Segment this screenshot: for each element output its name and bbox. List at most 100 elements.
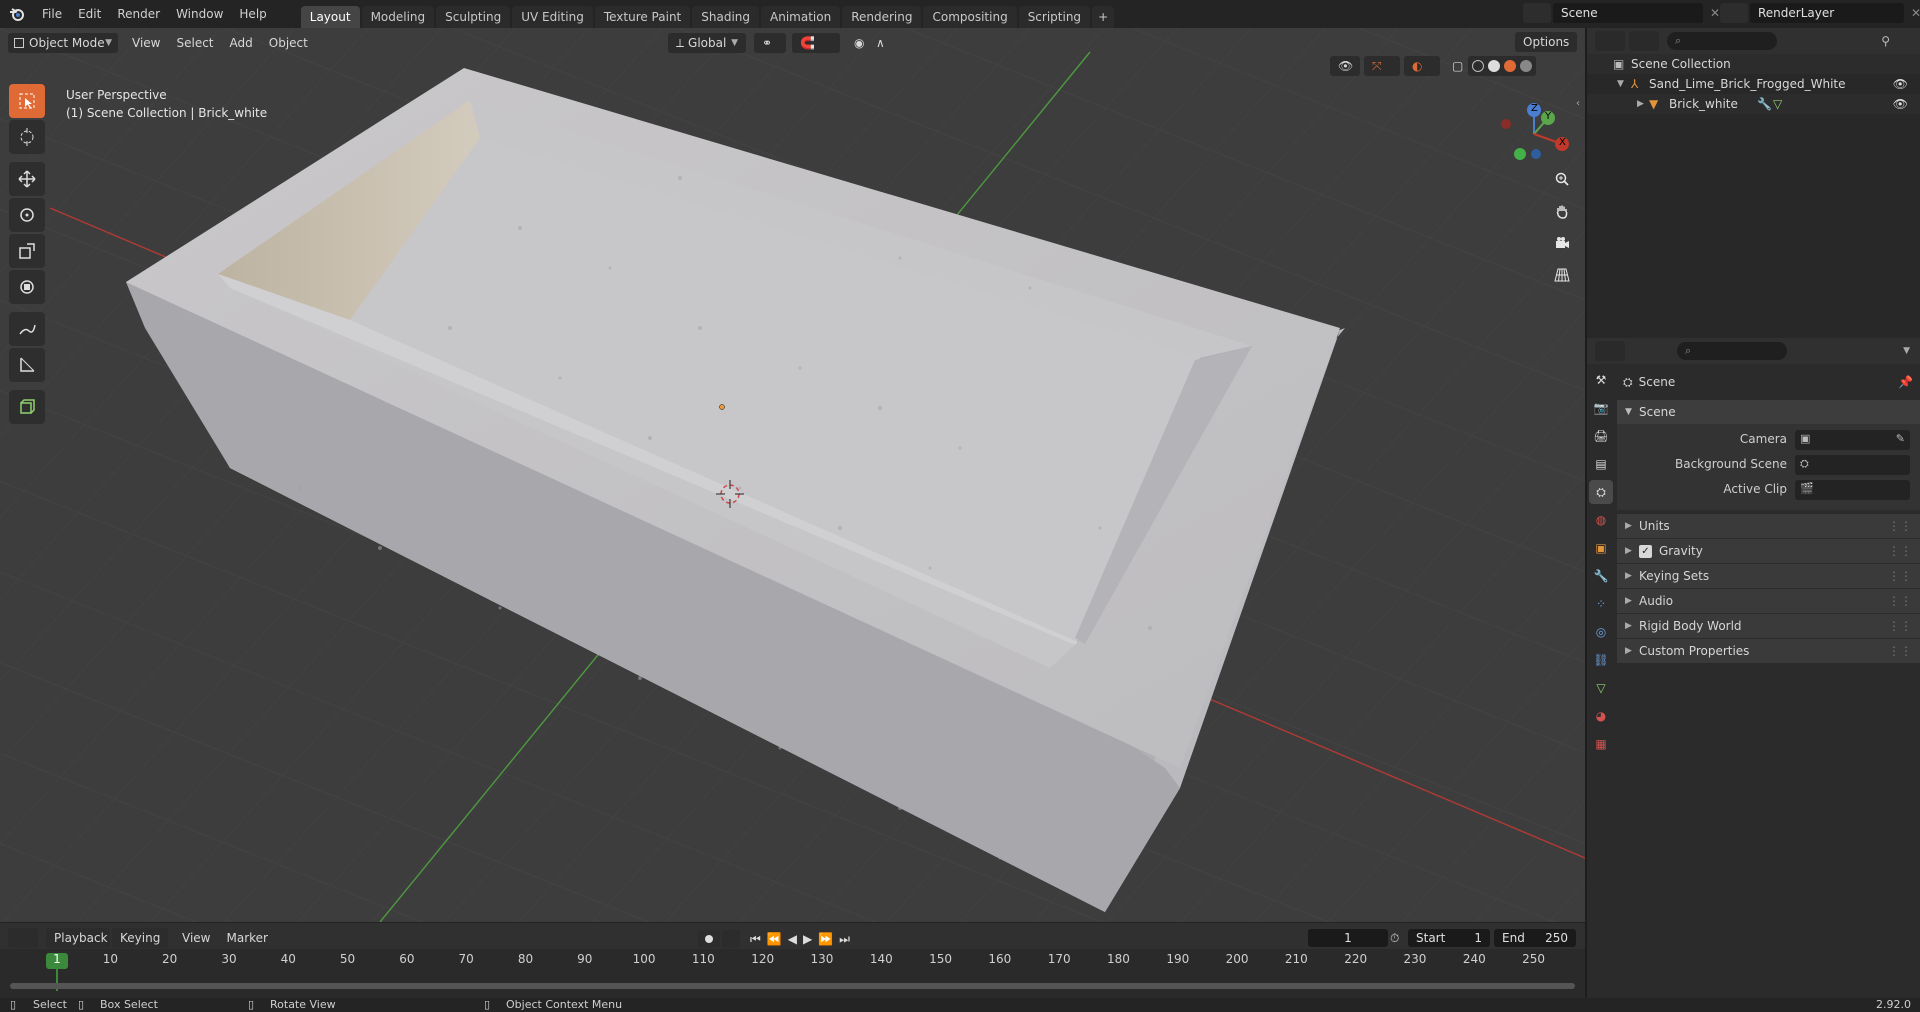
data-tab-icon[interactable]: ▽ xyxy=(1589,676,1613,700)
sidebar-toggle-icon[interactable]: ‹ xyxy=(1576,98,1580,109)
cursor-tool[interactable] xyxy=(9,120,45,154)
object-mode-dropdown[interactable]: Object Mode ▼ xyxy=(8,33,118,53)
timeline-scrollbar[interactable] xyxy=(10,983,1575,989)
outliner-row-scene-collection[interactable]: ▣ Scene Collection xyxy=(1587,54,1920,74)
navigation-gizmo[interactable]: Z Y X xyxy=(1494,96,1570,172)
outliner-editor-icon[interactable] xyxy=(1595,31,1625,51)
viewport-menu-add[interactable]: Add xyxy=(222,33,261,53)
units-panel[interactable]: ▶ Units ⋮⋮ xyxy=(1617,514,1920,538)
end-frame-field[interactable]: End 250 xyxy=(1494,929,1576,947)
particles-tab-icon[interactable]: ⁘ xyxy=(1589,592,1613,616)
eye-icon[interactable]: 👁 xyxy=(1893,94,1908,114)
rigid-body-world-panel[interactable]: ▶ Rigid Body World ⋮⋮ xyxy=(1617,614,1920,638)
current-frame-field[interactable]: 1 xyxy=(1308,929,1388,947)
viewport-menu-select[interactable]: Select xyxy=(168,33,221,53)
gravity-panel[interactable]: ▶ ✓ Gravity ⋮⋮ xyxy=(1617,539,1920,563)
timeline-view-menu[interactable]: View xyxy=(174,928,218,948)
keying-menu[interactable]: Keying xyxy=(112,928,168,948)
camera-field[interactable]: ▣ ✎ xyxy=(1795,430,1910,450)
output-tab-icon[interactable]: 🖨 xyxy=(1589,424,1613,448)
tab-animation[interactable]: Animation xyxy=(761,6,841,28)
menu-file[interactable]: File xyxy=(34,0,70,28)
custom-properties-panel[interactable]: ▶ Custom Properties ⋮⋮ xyxy=(1617,639,1920,663)
timeline-editor-icon[interactable] xyxy=(8,928,38,948)
viewport-menu-view[interactable]: View xyxy=(124,33,168,53)
add-workspace-icon[interactable]: + xyxy=(1092,6,1115,28)
render-tab-icon[interactable]: 📷 xyxy=(1589,396,1613,420)
expand-arrow-icon[interactable]: ▼ xyxy=(1617,74,1624,94)
3d-viewport[interactable]: Object Mode ▼ View Select Add Object ⟂ G… xyxy=(0,28,1585,922)
falloff-icon[interactable]: ∧ xyxy=(868,33,890,53)
chevron-down-icon[interactable]: ▼ xyxy=(1903,346,1910,356)
scene-browse-icon[interactable] xyxy=(1523,3,1551,23)
scene-panel-header[interactable]: ▼ Scene xyxy=(1617,400,1920,424)
viewport-menu-object[interactable]: Object xyxy=(261,33,316,53)
menu-render[interactable]: Render xyxy=(109,0,168,28)
solid-shading-icon[interactable] xyxy=(1488,60,1500,72)
perspective-toggle-icon[interactable] xyxy=(1549,262,1575,288)
mesh-data-icon[interactable]: ▽ xyxy=(1773,94,1782,114)
tool-tab-icon[interactable]: ⚒ xyxy=(1589,368,1613,392)
select-box-tool[interactable] xyxy=(9,84,45,118)
transform-tool[interactable] xyxy=(9,270,45,304)
keying-sets-panel[interactable]: ▶ Keying Sets ⋮⋮ xyxy=(1617,564,1920,588)
scene-tab-icon[interactable]: ⛭ xyxy=(1589,480,1613,504)
wireframe-shading-icon[interactable] xyxy=(1472,60,1484,72)
renderlayer-name-field[interactable]: RenderLayer xyxy=(1750,3,1904,23)
collapse-arrow-icon[interactable]: ▶ xyxy=(1637,94,1644,114)
measure-tool[interactable] xyxy=(9,348,45,382)
properties-editor-icon[interactable] xyxy=(1595,341,1625,361)
physics-tab-icon[interactable]: ◎ xyxy=(1589,620,1613,644)
renderlayer-browse-icon[interactable] xyxy=(1720,3,1748,23)
rotate-tool[interactable] xyxy=(9,198,45,232)
drag-handle-icon[interactable]: ⋮⋮ xyxy=(1888,514,1912,538)
record-icon[interactable] xyxy=(698,930,720,948)
tab-texture-paint[interactable]: Texture Paint xyxy=(594,6,691,28)
transport-buttons[interactable]: ⏮⏪◀▶⏩⏭ xyxy=(750,932,856,947)
display-mode-icon[interactable] xyxy=(1629,31,1659,51)
pan-hand-icon[interactable] xyxy=(1549,198,1575,224)
world-tab-icon[interactable]: ◍ xyxy=(1589,508,1613,532)
playback-menu[interactable]: Playback xyxy=(46,928,110,948)
pivot-point-icon[interactable]: ⚭ xyxy=(754,33,786,53)
zoom-icon[interactable] xyxy=(1549,166,1575,192)
menu-edit[interactable]: Edit xyxy=(70,0,109,28)
outliner-search-input[interactable]: ⌕ xyxy=(1667,32,1777,50)
move-tool[interactable] xyxy=(9,162,45,196)
tab-rendering[interactable]: Rendering xyxy=(842,6,922,28)
material-tab-icon[interactable]: ◕ xyxy=(1589,704,1613,728)
tab-scripting[interactable]: Scripting xyxy=(1018,6,1091,28)
background-scene-field[interactable]: ⛭ xyxy=(1795,455,1910,475)
start-frame-field[interactable]: Start 1 xyxy=(1408,929,1490,947)
menu-help[interactable]: Help xyxy=(231,0,274,28)
overlay-icon[interactable]: ◐ xyxy=(1404,56,1440,76)
viewport-scene[interactable] xyxy=(0,28,1585,922)
texture-tab-icon[interactable]: ▦ xyxy=(1589,732,1613,756)
properties-search-input[interactable]: ⌕ xyxy=(1677,342,1787,360)
filter-icon[interactable]: ⚲ xyxy=(1881,34,1890,48)
modifier-wrench-icon[interactable]: 🔧 xyxy=(1757,94,1772,114)
rendered-shading-icon[interactable] xyxy=(1520,60,1532,72)
options-dropdown[interactable]: Options xyxy=(1515,32,1577,52)
visibility-icon[interactable]: 👁 xyxy=(1330,56,1360,76)
transform-orientation-dropdown[interactable]: ⟂ Global ▼ xyxy=(668,33,746,53)
tab-modeling[interactable]: Modeling xyxy=(361,6,435,28)
gizmo-icon[interactable]: ⤧ xyxy=(1364,56,1400,76)
stopwatch-icon[interactable]: ⏱ xyxy=(1390,931,1399,946)
xray-icon[interactable]: ▢ xyxy=(1444,56,1464,76)
drag-handle-icon[interactable]: ⋮⋮ xyxy=(1888,539,1912,563)
timeline-ruler[interactable]: 1 10 20 30 40 50 60 70 80 90 100 110 120 130 140 150 160… xyxy=(0,949,1585,999)
tab-uv-editing[interactable]: UV Editing xyxy=(512,6,593,28)
drag-handle-icon[interactable]: ⋮⋮ xyxy=(1888,589,1912,613)
view-layer-tab-icon[interactable]: ▤ xyxy=(1589,452,1613,476)
add-cube-tool[interactable] xyxy=(9,390,45,424)
tab-compositing[interactable]: Compositing xyxy=(923,6,1017,28)
constraints-tab-icon[interactable]: ⛓ xyxy=(1589,648,1613,672)
drag-handle-icon[interactable]: ⋮⋮ xyxy=(1888,564,1912,588)
snap-icon[interactable]: 🧲 xyxy=(792,33,840,53)
marker-menu[interactable]: Marker xyxy=(218,928,275,948)
menu-window[interactable]: Window xyxy=(168,0,231,28)
auto-keying-icon[interactable] xyxy=(722,930,740,948)
drag-handle-icon[interactable]: ⋮⋮ xyxy=(1888,614,1912,638)
annotate-tool[interactable] xyxy=(9,312,45,346)
